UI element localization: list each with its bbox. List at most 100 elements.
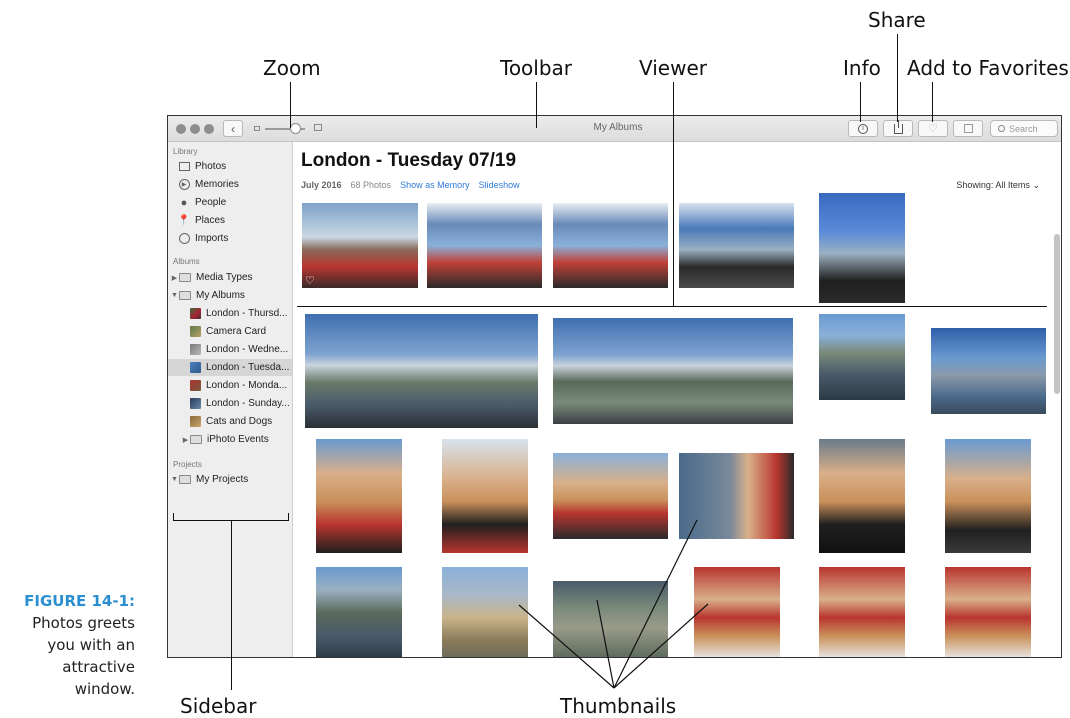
album-thumbnail (189, 398, 201, 410)
figure-number: FIGURE 14-1: (24, 592, 135, 610)
sidebar-item-label: Memories (195, 179, 239, 190)
sidebar-item-my-projects[interactable]: ▼ My Projects (168, 471, 292, 488)
info-button[interactable]: i (848, 120, 878, 137)
sidebar-item-album[interactable]: Cats and Dogs (168, 413, 292, 430)
slideshow-link[interactable]: Slideshow (479, 180, 520, 190)
sidebar-item-album-selected[interactable]: London - Tuesda... (168, 359, 292, 376)
sidebar-bracket-end (173, 513, 174, 521)
photo-thumbnail[interactable] (553, 581, 668, 657)
sidebar-item-label: People (195, 197, 227, 208)
photo-thumbnail[interactable] (945, 439, 1031, 553)
callout-zoom: Zoom (263, 56, 321, 80)
minimize-window-button[interactable] (190, 124, 200, 134)
sidebar-item-media-types[interactable]: ▶ Media Types (168, 269, 292, 286)
album-thumbnail (189, 326, 201, 338)
album-heading: London - Tuesday 07/19 (301, 150, 517, 171)
leader-line-viewer (673, 82, 674, 307)
search-field[interactable]: Search (990, 120, 1058, 137)
sidebar-item-album[interactable]: London - Sunday... (168, 395, 292, 412)
sidebar-item-label: My Projects (196, 474, 249, 485)
sidebar-item-label: London - Monda... (206, 380, 288, 391)
photo-thumbnail[interactable] (442, 567, 528, 657)
photo-thumbnail[interactable] (819, 314, 905, 400)
caption-line: window. (74, 680, 135, 698)
sidebar-bracket-end (288, 513, 289, 521)
photo-thumbnail[interactable]: ♡ (302, 203, 418, 288)
disclosure-expanded-icon[interactable]: ▼ (170, 476, 179, 483)
photo-thumbnail[interactable] (316, 567, 402, 657)
search-icon (998, 125, 1005, 132)
viewer-divider (297, 306, 1047, 307)
photo-thumbnail[interactable] (819, 567, 905, 657)
photo-thumbnail[interactable] (931, 328, 1046, 414)
sidebar-item-label: Places (195, 215, 226, 226)
showing-value: All Items (995, 180, 1030, 190)
sidebar-item-imports[interactable]: Imports (168, 230, 292, 247)
showing-filter[interactable]: Showing: All Items ⌄ (956, 180, 1040, 191)
sidebar-item-places[interactable]: 📍 Places (168, 212, 292, 229)
leader-line-add-to-favorites (932, 82, 933, 122)
photo-thumbnail[interactable] (427, 203, 542, 288)
photo-thumbnail[interactable] (819, 439, 905, 553)
sidebar-item-label: London - Sunday... (206, 398, 290, 409)
sidebar-item-label: London - Thursd... (206, 308, 288, 319)
disclosure-expanded-icon[interactable]: ▼ (170, 292, 179, 299)
library-section-label: Library (173, 147, 198, 156)
folder-icon (179, 474, 191, 486)
photo-thumbnail[interactable] (553, 453, 668, 539)
add-to-favorites-button[interactable]: ♡ (918, 120, 948, 137)
leader-line-zoom (290, 82, 291, 128)
photo-thumbnail[interactable] (694, 567, 780, 657)
caption-line: attractive (62, 658, 135, 676)
close-window-button[interactable] (176, 124, 186, 134)
callout-toolbar: Toolbar (500, 56, 573, 80)
sidebar-item-album[interactable]: London - Monda... (168, 377, 292, 394)
sidebar-item-album[interactable]: London - Wedne... (168, 341, 292, 358)
imports-icon (178, 233, 190, 245)
photo-thumbnail[interactable] (819, 193, 905, 303)
viewer-scrollbar[interactable] (1054, 234, 1060, 394)
photos-icon (178, 161, 190, 173)
chevron-down-icon: ⌄ (1032, 180, 1040, 190)
toolbar: ‹ My Albums i ♡ Search (168, 116, 1061, 142)
window-title: My Albums (593, 122, 643, 133)
info-icon: i (858, 123, 868, 134)
photo-thumbnail[interactable] (679, 453, 794, 539)
back-icon: ‹ (231, 121, 235, 136)
share-button[interactable] (883, 119, 913, 137)
photo-thumbnail[interactable] (945, 567, 1031, 657)
projects-section-label: Projects (173, 460, 202, 469)
photo-thumbnail[interactable] (553, 203, 668, 288)
sidebar-item-photos[interactable]: Photos (168, 158, 292, 175)
back-button[interactable]: ‹ (223, 120, 243, 137)
leader-line-info (860, 82, 861, 122)
callout-thumbnails: Thumbnails (560, 694, 677, 718)
album-subheader: July 2016 68 Photos Show as Memory Slide… (301, 180, 520, 190)
sidebar-item-label: Cats and Dogs (206, 416, 273, 427)
sidebar-item-iphoto-events[interactable]: ▶ iPhoto Events (168, 431, 292, 448)
sidebar-item-my-albums[interactable]: ▼ My Albums (168, 287, 292, 304)
photo-thumbnail[interactable] (316, 439, 402, 553)
zoom-window-button[interactable] (204, 124, 214, 134)
photo-thumbnail[interactable] (679, 203, 794, 288)
zoom-slider-knob[interactable] (290, 123, 301, 134)
disclosure-collapsed-icon[interactable]: ▶ (170, 274, 179, 282)
photo-thumbnail[interactable] (305, 314, 538, 428)
show-as-memory-link[interactable]: Show as Memory (400, 180, 470, 190)
sidebar-item-people[interactable]: ● People (168, 194, 292, 211)
sidebar-item-album[interactable]: Camera Card (168, 323, 292, 340)
sidebar-item-memories[interactable]: ▶ Memories (168, 176, 292, 193)
sidebar-item-label: London - Wedne... (206, 344, 289, 355)
photos-window: ‹ My Albums i ♡ Search Library Photos ▶ … (167, 115, 1062, 658)
sidebar-item-album[interactable]: London - Thursd... (168, 305, 292, 322)
folder-icon (179, 272, 191, 284)
sidebar-item-label: iPhoto Events (207, 434, 269, 445)
photo-thumbnail[interactable] (553, 318, 793, 424)
showing-label: Showing: (956, 180, 994, 190)
callout-viewer: Viewer (639, 56, 707, 80)
album-date: July 2016 (301, 180, 342, 190)
disclosure-collapsed-icon[interactable]: ▶ (181, 436, 190, 444)
rotate-button[interactable] (953, 120, 983, 137)
sidebar-item-label: London - Tuesda... (206, 362, 290, 373)
photo-thumbnail[interactable] (442, 439, 528, 553)
